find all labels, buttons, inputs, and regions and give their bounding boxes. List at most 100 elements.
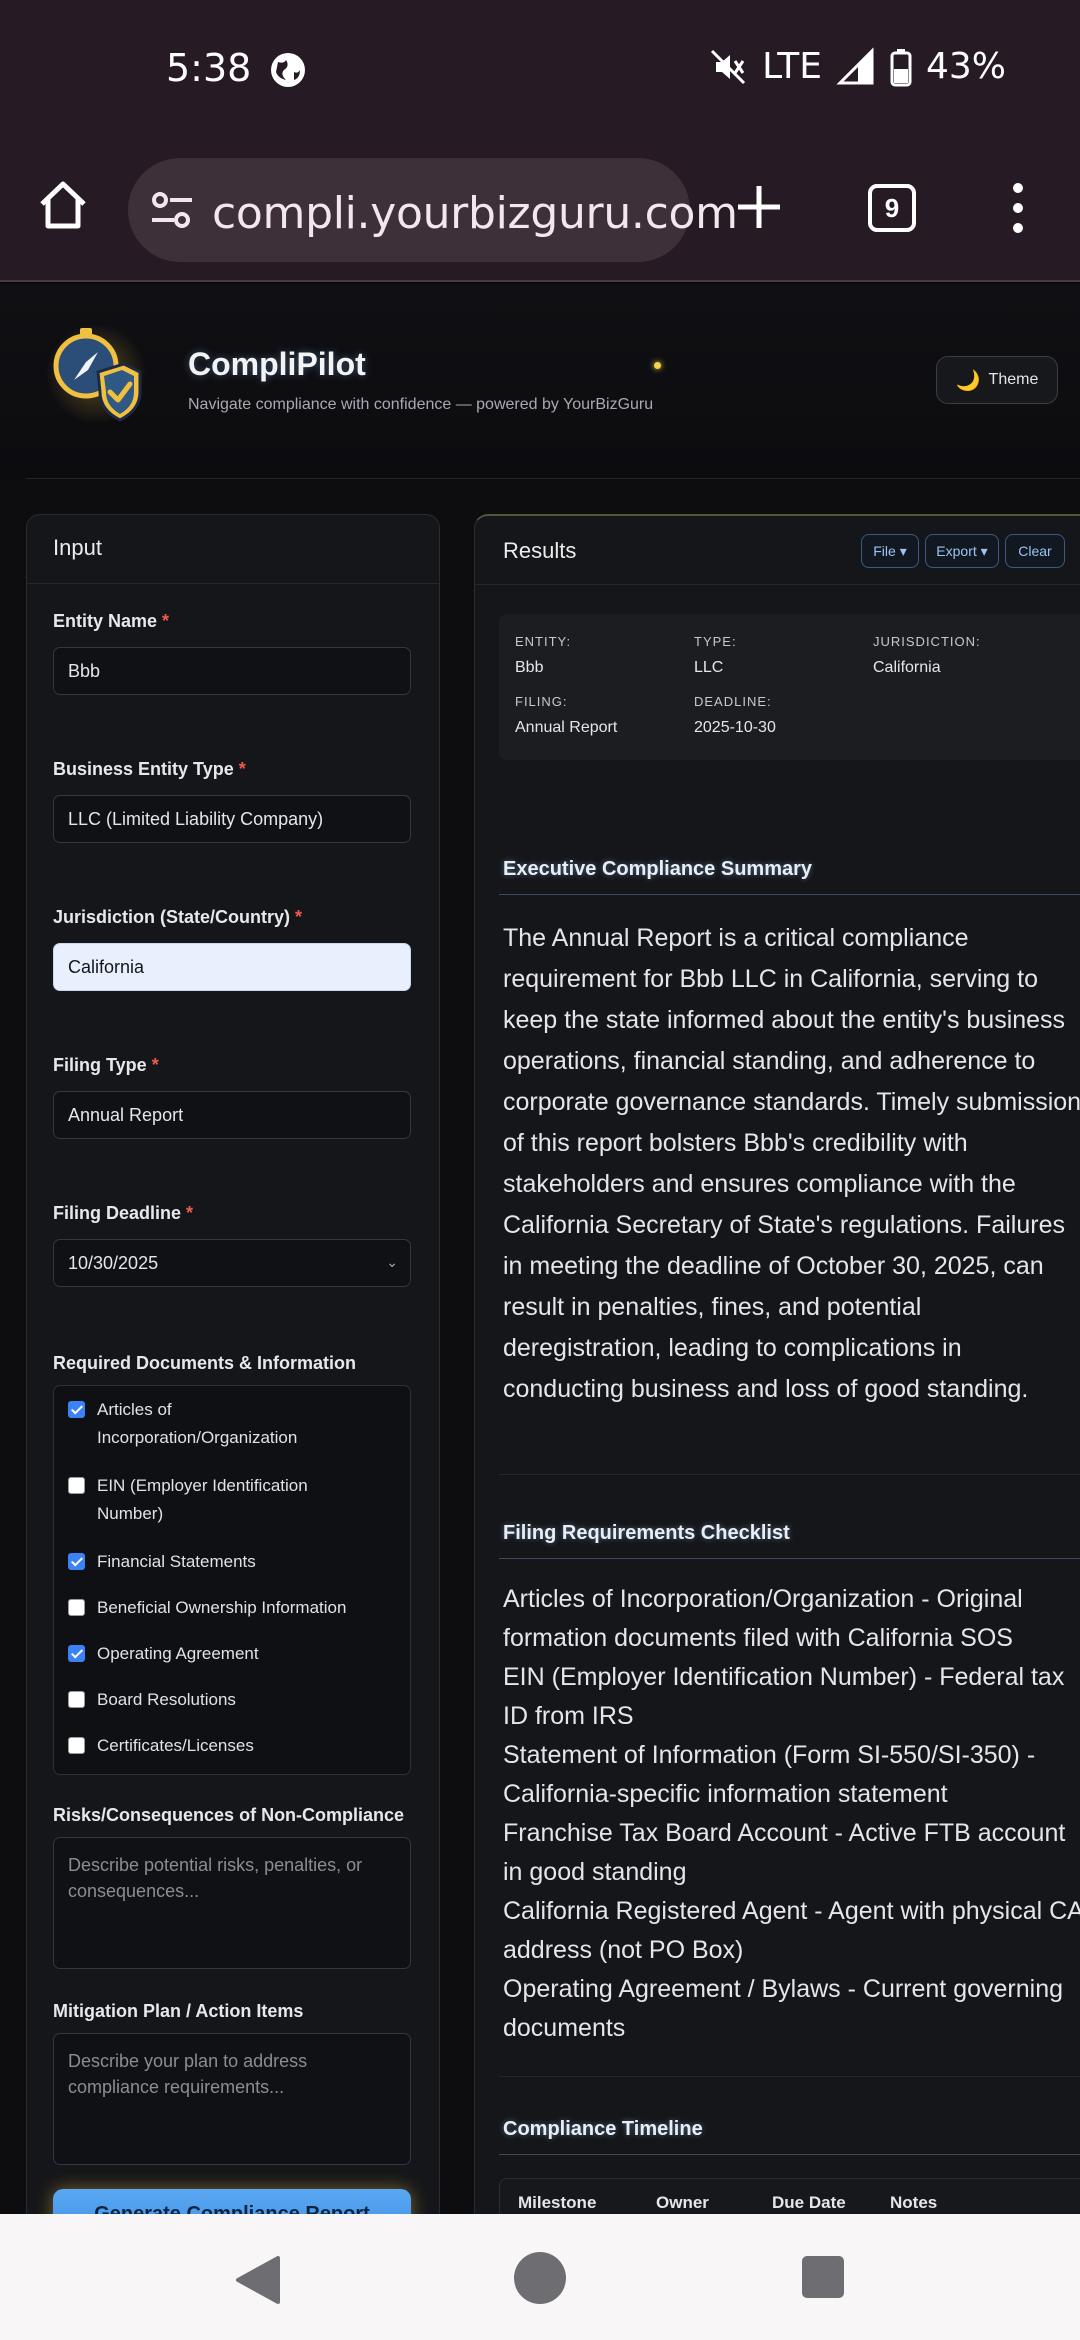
documents-checklist: Articles of Incorporation/Organization E… <box>53 1385 411 1775</box>
theme-label: Theme <box>988 371 1039 388</box>
moon-icon: 🌙 <box>955 369 981 392</box>
entity-name-input[interactable]: Bbb <box>53 647 411 695</box>
section-divider <box>499 894 1080 895</box>
results-panel: Results File ▾ Export ▾ Clear ENTITY: Bbb… <box>474 514 1080 2214</box>
address-bar[interactable]: compli.yourbizguru.com <box>128 158 738 262</box>
header-divider <box>26 478 1080 479</box>
timeline-table-header: Milestone Owner Due Date Notes <box>499 2178 1080 2214</box>
filing-type-label: Filing Type * <box>53 1055 159 1075</box>
checkbox[interactable] <box>68 1401 85 1418</box>
meta-entity: ENTITY: Bbb <box>515 634 572 676</box>
battery-icon <box>890 48 912 86</box>
doc-item-financial[interactable]: Financial Statements <box>68 1548 256 1576</box>
checkbox[interactable] <box>68 1645 85 1662</box>
globe-icon <box>271 53 305 87</box>
timeline-title: Compliance Timeline <box>503 2118 703 2140</box>
meta-jurisdiction: JURISDICTION: California <box>873 634 981 676</box>
checkbox[interactable] <box>68 1691 85 1708</box>
checklist-item: Franchise Tax Board Account - Active FTB… <box>503 1819 1066 1886</box>
chevron-down-icon: ⌄ <box>386 1254 398 1270</box>
jurisdiction-input[interactable]: California <box>53 943 411 991</box>
doc-item-label: Articles of Incorporation/Organization <box>97 1400 298 1447</box>
signal-icon <box>836 46 874 84</box>
home-icon[interactable] <box>36 178 90 232</box>
tab-switcher-button[interactable]: 9 <box>868 184 916 232</box>
doc-item-ein[interactable]: EIN (Employer Identification Number) <box>68 1472 347 1528</box>
app-tagline: Navigate compliance with confidence — po… <box>188 396 654 413</box>
checklist-item: EIN (Employer Identification Number) - F… <box>503 1663 1065 1730</box>
mute-icon <box>711 49 746 84</box>
column-header: Owner <box>656 2193 709 2212</box>
entity-type-label: Business Entity Type * <box>53 759 246 779</box>
meta-type: TYPE: LLC <box>694 634 737 676</box>
new-tab-icon[interactable] <box>736 184 782 230</box>
file-menu-button[interactable]: File ▾ <box>861 534 919 568</box>
mitigation-label: Mitigation Plan / Action Items <box>53 2001 304 2021</box>
app-name: CompliPilot <box>188 346 366 382</box>
doc-item-label: Certificates/Licenses <box>97 1736 254 1755</box>
panel-divider <box>475 584 1080 585</box>
checklist-item: Articles of Incorporation/Organization -… <box>503 1585 1023 1652</box>
column-header: Notes <box>890 2193 938 2212</box>
risks-label: Risks/Consequences of Non-Compliance <box>53 1805 405 1825</box>
mitigation-textarea[interactable]: Describe your plan to address compliance… <box>53 2033 411 2165</box>
section-divider <box>499 1558 1080 1559</box>
doc-item-label: EIN (Employer Identification Number) <box>97 1476 308 1523</box>
input-panel: Input Entity Name * Bbb Business Entity … <box>26 514 440 2214</box>
section-separator <box>499 2076 1080 2077</box>
meta-deadline: DEADLINE: 2025-10-30 <box>694 694 776 736</box>
checkbox[interactable] <box>68 1599 85 1616</box>
home-nav-icon[interactable] <box>514 2252 566 2304</box>
generate-report-button[interactable]: Generate Compliance Report <box>53 2189 411 2214</box>
checkbox[interactable] <box>68 1477 85 1494</box>
filing-deadline-value: 10/30/2025 <box>68 1253 159 1273</box>
filing-type-input[interactable]: Annual Report <box>53 1091 411 1139</box>
recents-icon[interactable] <box>802 2256 844 2298</box>
clear-button[interactable]: Clear <box>1005 534 1065 568</box>
site-settings-icon[interactable] <box>150 190 194 230</box>
input-panel-title: Input <box>53 535 102 560</box>
doc-item-label: Financial Statements <box>97 1552 256 1571</box>
section-separator <box>499 1474 1080 1475</box>
risks-textarea[interactable]: Describe potential risks, penalties, or … <box>53 1837 411 1969</box>
entity-name-label: Entity Name * <box>53 611 170 631</box>
doc-item-label: Board Resolutions <box>97 1690 236 1709</box>
checklist-item: Statement of Information (Form SI-550/SI… <box>503 1741 1036 1808</box>
system-nav-bar <box>0 2214 1080 2340</box>
doc-item-operating[interactable]: Operating Agreement <box>68 1640 259 1668</box>
battery-percent: 43% <box>925 46 1006 87</box>
more-menu-icon[interactable] <box>1008 180 1028 236</box>
column-header: Milestone <box>518 2193 597 2212</box>
checklist-title: Filing Requirements Checklist <box>503 1522 790 1544</box>
status-right: LTE 43% <box>708 46 1006 87</box>
doc-item-certificates[interactable]: Certificates/Licenses <box>68 1732 254 1760</box>
doc-item-articles[interactable]: Articles of Incorporation/Organization <box>68 1396 347 1452</box>
checklist-items: Articles of Incorporation/Organization -… <box>503 1580 1080 2048</box>
status-bar: 5:38 LTE 43% <box>0 0 1080 140</box>
browser-toolbar: compli.yourbizguru.com 9 <box>0 140 1080 282</box>
status-time: 5:38 <box>166 46 252 90</box>
checklist-item: California Registered Agent - Agent with… <box>503 1897 1080 1964</box>
documents-label: Required Documents & Information <box>53 1353 357 1373</box>
entity-type-input[interactable]: LLC (Limited Liability Company) <box>53 795 411 843</box>
filing-deadline-select[interactable]: 10/30/2025 ⌄ <box>53 1239 411 1287</box>
summary-title: Executive Compliance Summary <box>503 858 813 880</box>
checklist-item: Operating Agreement / Bylaws - Current g… <box>503 1975 1063 2042</box>
status-dot <box>654 362 661 369</box>
back-icon[interactable] <box>234 2256 280 2304</box>
meta-filing: FILING: Annual Report <box>515 694 618 736</box>
network-type: LTE <box>762 46 822 87</box>
doc-item-beneficial[interactable]: Beneficial Ownership Information <box>68 1594 346 1622</box>
column-header: Due Date <box>772 2193 846 2212</box>
panel-divider <box>27 583 439 584</box>
checkbox[interactable] <box>68 1553 85 1570</box>
checkbox[interactable] <box>68 1737 85 1754</box>
results-panel-title: Results <box>503 538 577 563</box>
report-meta: ENTITY: Bbb TYPE: LLC JURISDICTION: Califor… <box>499 614 1080 760</box>
export-menu-button[interactable]: Export ▾ <box>925 534 999 568</box>
doc-item-board[interactable]: Board Resolutions <box>68 1686 236 1714</box>
url-text: compli.yourbizguru.com <box>212 188 738 239</box>
theme-toggle-button[interactable]: 🌙 Theme <box>936 356 1058 404</box>
app-header: CompliPilot Navigate compliance with con… <box>0 284 1080 480</box>
compass-shield-logo-icon <box>46 324 146 424</box>
